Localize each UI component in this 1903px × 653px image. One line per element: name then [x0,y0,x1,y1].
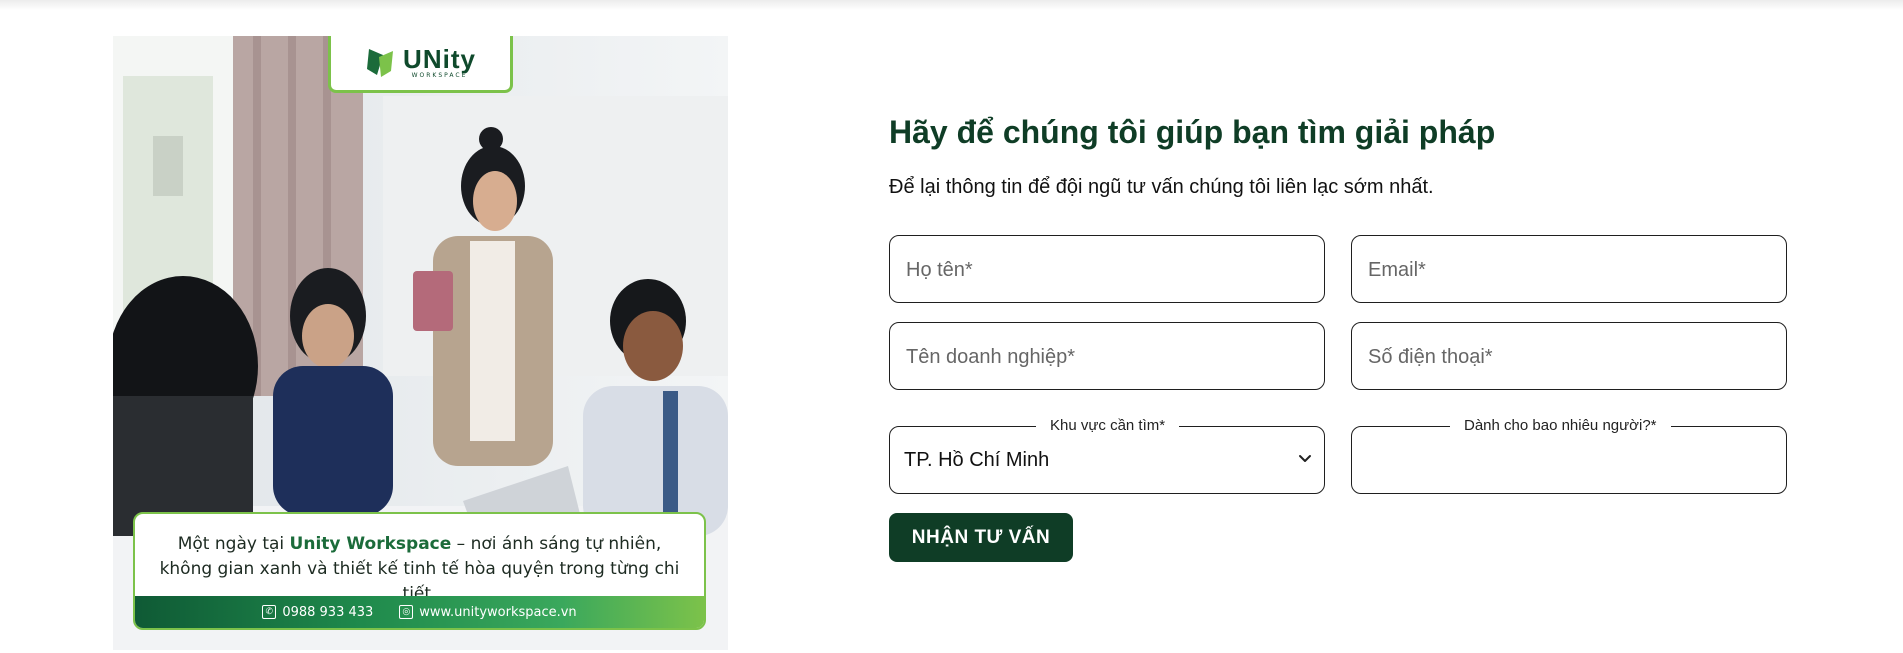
company-field[interactable] [889,322,1325,391]
website-info: ◎ www.unityworkspace.vn [399,604,577,620]
unity-logo-icon [367,49,394,77]
phone-field[interactable] [1351,322,1787,391]
region-select[interactable]: Khu vực cần tìm* TP. Hồ Chí Minh [889,417,1325,494]
region-label: Khu vực cần tìm* [1036,417,1180,435]
promo-image: UNity WORKSPACE Một ngày tại Unity Works… [113,36,728,650]
website-url: www.unityworkspace.vn [419,604,577,620]
submit-button[interactable]: NHẬN TƯ VẤN [889,513,1073,562]
caption-prefix: Một ngày tại [177,534,290,554]
form-subtitle: Để lại thông tin để đội ngũ tư vấn chúng… [889,176,1434,198]
chevron-down-icon[interactable] [1296,449,1314,467]
caption-brand: Unity Workspace [289,534,452,554]
email-input[interactable] [1366,236,1770,304]
phone-number: 0988 933 433 [282,604,374,620]
people-input[interactable] [1366,427,1770,495]
logo-text: UNity [403,44,476,74]
form-title: Hãy để chúng tôi giúp bạn tìm giải pháp [889,114,1496,150]
email-field[interactable] [1351,235,1787,304]
name-field[interactable] [889,235,1325,304]
phone-icon: ✆ [262,605,277,619]
phone-info: ✆ 0988 933 433 [262,605,373,620]
caption-box: Một ngày tại Unity Workspace – nơi ánh s… [133,512,706,630]
logo-badge: UNity WORKSPACE [328,36,513,93]
contact-bar: ✆ 0988 933 433 ◎ www.unityworkspace.vn [135,596,704,628]
phone-input[interactable] [1366,323,1770,391]
people-field[interactable]: Dành cho bao nhiêu người?* [1351,417,1787,495]
top-shadow [0,0,1903,10]
globe-icon: ◎ [399,605,414,619]
region-value[interactable]: TP. Hồ Chí Minh [904,449,1049,472]
company-input[interactable] [904,323,1308,391]
name-input[interactable] [904,236,1308,304]
logo-subtext: WORKSPACE [411,72,468,79]
